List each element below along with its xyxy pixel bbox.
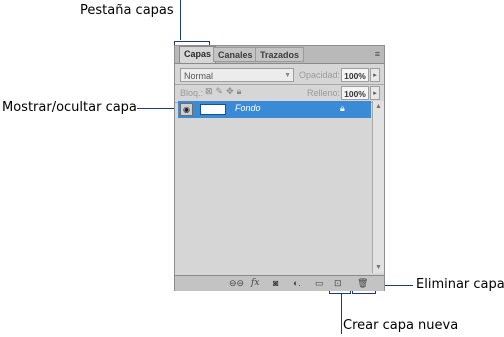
callout-line-new (341, 294, 342, 334)
scroll-down-icon[interactable]: ▼ (375, 264, 382, 271)
fx-icon[interactable]: fx (251, 277, 259, 290)
new-layer-icon[interactable]: ⊡ (334, 277, 342, 290)
fill-slider-button[interactable]: ▸ (370, 86, 380, 100)
callout-visibility: Mostrar/ocultar capa (2, 100, 137, 115)
lock-move-icon[interactable]: ✥ (226, 86, 237, 96)
eye-icon[interactable]: ◉ (180, 103, 193, 116)
opacity-slider-button[interactable]: ▸ (370, 68, 380, 82)
group-icon[interactable]: ▭ (315, 277, 324, 290)
tab-channels[interactable]: Canales (213, 47, 258, 62)
lock-brush-icon[interactable]: ✎ (216, 86, 227, 96)
tab-paths[interactable]: Trazados (255, 47, 305, 62)
lock-label: Bloq.: (180, 88, 204, 98)
callout-delete: Eliminar capa (416, 277, 504, 292)
layers-panel: Capas Canales Trazados ≡ Normal ▼ Opacid… (174, 45, 385, 291)
trash-icon[interactable]: 🗑︎ (357, 277, 368, 290)
layer-row-fondo[interactable]: ◉ Fondo 🔒︎ (178, 101, 371, 118)
fill-input[interactable]: 100% (341, 86, 369, 100)
panel-menu-icon[interactable]: ≡ (375, 49, 380, 59)
blend-mode-value: Normal (184, 71, 214, 81)
callout-line-visibility (137, 108, 174, 109)
lock-options: ⊠✎✥🔒︎ (205, 86, 244, 97)
callout-line-tab (180, 0, 181, 40)
callout-new: Crear capa nueva (343, 318, 459, 333)
link-icon[interactable]: ⊖⊖ (229, 277, 244, 290)
tab-layers[interactable]: Capas (179, 46, 217, 63)
chevron-down-icon: ▼ (284, 72, 291, 79)
adjustment-icon[interactable]: ◐. (293, 277, 301, 290)
scroll-up-icon[interactable]: ▲ (375, 103, 382, 110)
blend-mode-select[interactable]: Normal ▼ (180, 68, 294, 82)
layer-name: Fondo (235, 103, 261, 113)
opacity-label: Opacidad: (299, 70, 341, 80)
layer-thumbnail (200, 104, 226, 115)
panel-tabbar: Capas Canales Trazados ≡ (175, 46, 384, 64)
callout-tab-layers: Pestaña capas (80, 3, 174, 18)
divider (175, 84, 384, 85)
lock-icon: 🔒︎ (340, 103, 345, 113)
panel-bottom-bar: ⊖⊖ fx ◙ ◐. ▭ ⊡ 🗑︎ (175, 275, 384, 291)
lock-transparent-icon[interactable]: ⊠ (205, 86, 216, 96)
opacity-input[interactable]: 100% (341, 68, 369, 82)
layers-scrollbar[interactable]: ▲ ▼ (372, 101, 384, 273)
fill-label: Relleno: (307, 88, 341, 98)
mask-icon[interactable]: ◙ (273, 277, 278, 290)
layers-list: ◉ Fondo 🔒︎ (178, 101, 371, 273)
lock-all-icon[interactable]: 🔒︎ (237, 86, 245, 96)
